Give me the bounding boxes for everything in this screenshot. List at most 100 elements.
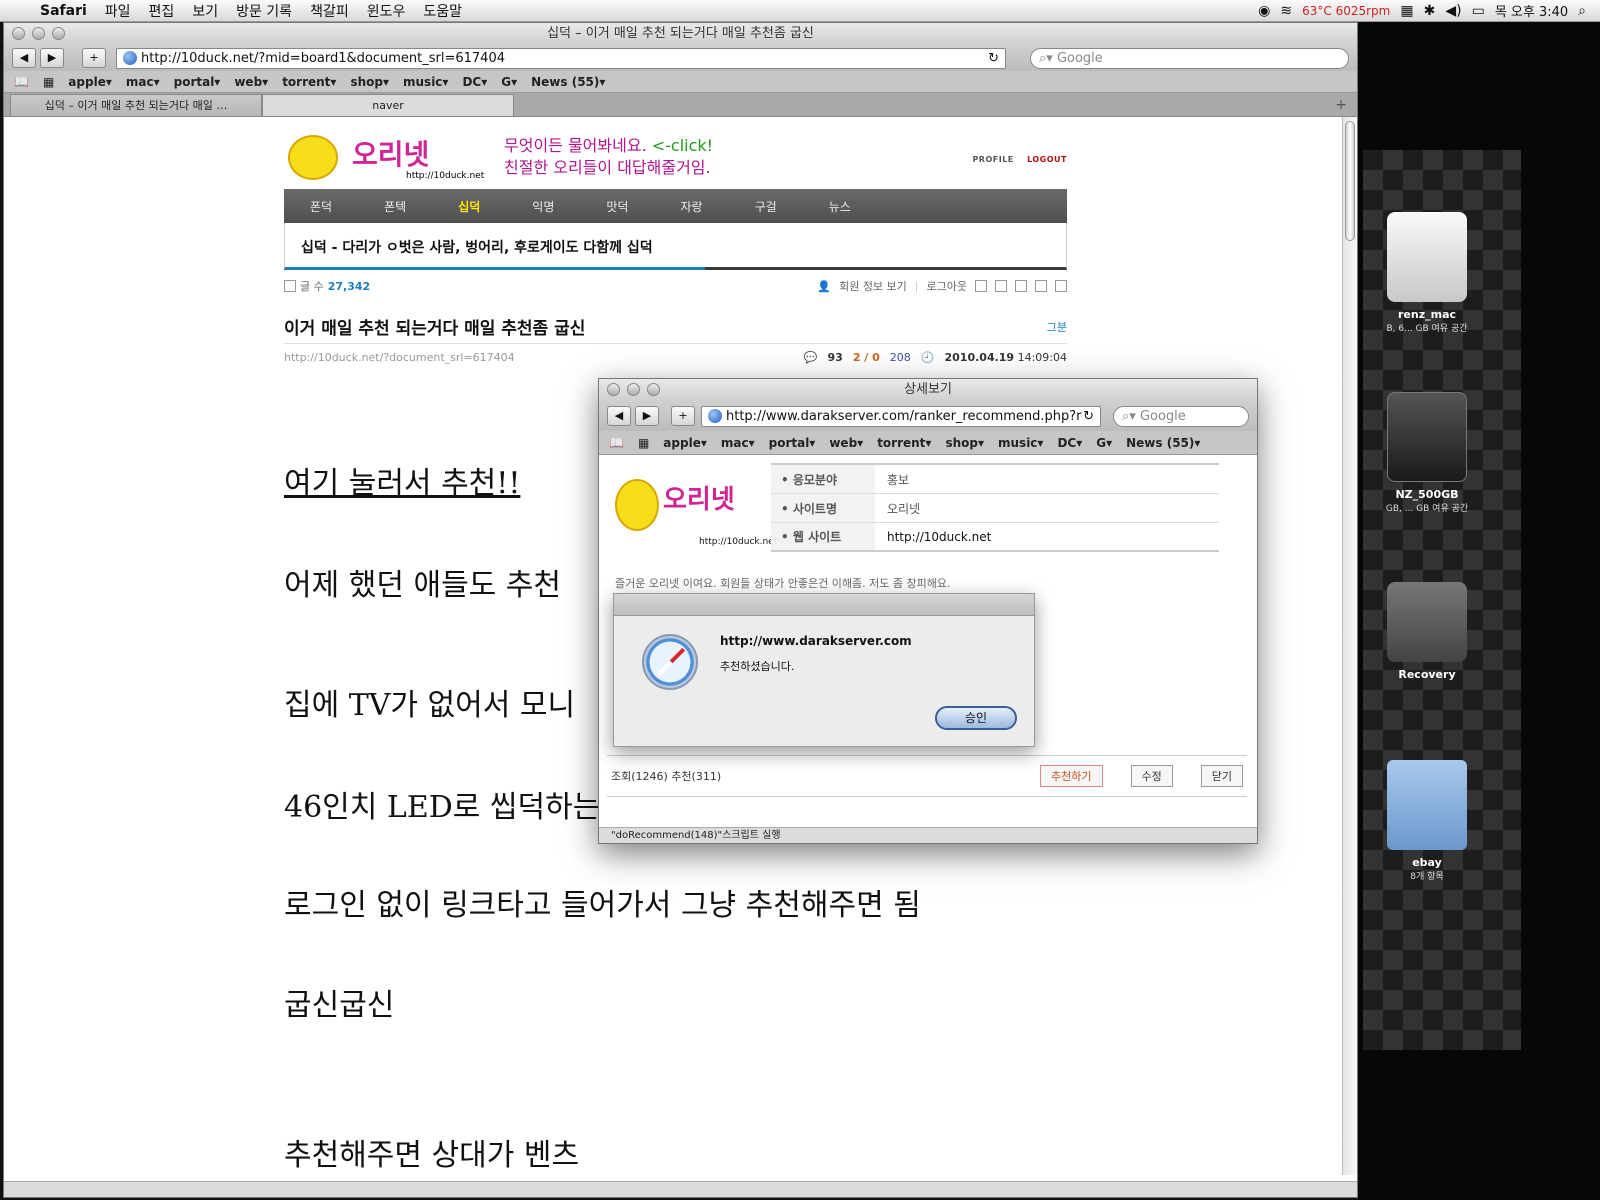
bookmark-mac[interactable]: mac▾ [126,75,160,89]
address-bar[interactable]: http://10duck.net/?mid=board1&document_s… [116,47,1006,69]
popup-zoom-button[interactable] [647,383,660,396]
desktop-drive-recovery[interactable]: Recovery [1362,582,1492,681]
popup-search-field[interactable]: ⌕▾ Google [1113,405,1249,427]
tab-sipduck[interactable]: 십덕 – 이거 매일 추천 되는거다 매일 … [10,94,262,116]
popup-minimize-button[interactable] [627,383,640,396]
menu-edit[interactable]: 편집 [149,1,175,21]
top-sites-icon[interactable]: ▦ [638,436,649,450]
menu-window[interactable]: 윈도우 [367,1,406,21]
bookmark-g[interactable]: G▾ [501,75,517,89]
bookmark-torrent[interactable]: torrent▾ [877,436,931,450]
top-sites-icon[interactable]: ▦ [43,75,54,89]
spaces-icon[interactable]: ▦ [1400,3,1413,19]
nav-item-5[interactable]: 맛덕 [606,198,628,215]
reading-list-icon[interactable]: 📖 [609,436,624,450]
recommend-link[interactable]: 여기 눌러서 추천!! [284,458,520,502]
document-permalink[interactable]: http://10duck.net/?document_srl=617404 [284,351,515,364]
popup-footer: 조회(1246) 추천(311) 추천하기 수정 닫기 [607,755,1247,797]
list-view-icon[interactable] [1015,280,1027,292]
gallery-view-icon[interactable] [1055,280,1067,292]
bookmark-mac[interactable]: mac▾ [721,436,755,450]
logout-link[interactable]: LOGOUT [1027,155,1067,164]
popup-address-bar[interactable]: http://www.darakserver.com/ranker_recomm… [701,405,1101,427]
bookmark-news[interactable]: News (55)▾ [531,75,605,89]
tab-naver[interactable]: naver [262,94,514,116]
popup-status-bar: "doRecommend(148)"스크립트 실행 [599,827,1257,843]
bookmark-dc[interactable]: DC▾ [462,75,487,89]
bookmark-apple[interactable]: apple▾ [663,436,707,450]
bookmark-shop[interactable]: shop▾ [945,436,984,450]
logout-board-link[interactable]: 로그아웃 [927,278,967,294]
bookmark-news[interactable]: News (55)▾ [1126,436,1200,450]
menu-view[interactable]: 보기 [192,1,218,21]
battery-icon[interactable]: ▭ [1472,3,1485,19]
bookmark-portal[interactable]: portal▾ [174,75,221,89]
spotlight-icon[interactable]: ⌕ [1578,3,1586,19]
nav-item-7[interactable]: 구걸 [755,198,777,215]
window-titlebar: 십덕 – 이거 매일 추천 되는거다 매일 추천좀 굽신 [4,23,1357,45]
edit-button[interactable]: 수정 [1130,765,1173,787]
document-icon [284,280,296,292]
member-info-link[interactable]: 회원 정보 보기 [839,278,907,294]
volume-icon[interactable]: ◀) [1445,3,1461,19]
bookmark-web[interactable]: web▾ [829,436,863,450]
wifi-icon[interactable]: ≋ [1280,3,1292,19]
popup-reload-icon[interactable]: ↻ [1083,409,1094,424]
reload-icon[interactable]: ↻ [988,51,999,66]
nav-item-8[interactable]: 뉴스 [829,198,851,215]
author-link[interactable]: 그분 [1047,319,1067,335]
close-window-button[interactable] [12,27,25,40]
reading-list-icon[interactable]: 📖 [14,75,29,89]
site-tagline[interactable]: 무엇이든 물어봐네요. <-click! 친절한 오리들이 대답해줄거임. [504,135,713,179]
bookmark-g[interactable]: G▾ [1096,436,1112,450]
bookmark-apple[interactable]: apple▾ [68,75,112,89]
site-logo[interactable]: 오리넷 http://10duck.net [284,129,489,185]
zoom-window-button[interactable] [52,27,65,40]
temperature-readout[interactable]: 63°C 6025rpm [1302,4,1390,18]
forward-button[interactable]: ▶ [40,48,64,68]
back-button[interactable]: ◀ [12,48,36,68]
alert-ok-button[interactable]: 승인 [935,706,1017,730]
menu-bookmarks[interactable]: 책갈피 [310,1,349,21]
profile-link[interactable]: PROFILE [972,155,1013,164]
bookmark-dc[interactable]: DC▾ [1057,436,1082,450]
write-icon[interactable] [995,280,1007,292]
bluetooth-icon[interactable]: ✱ [1424,3,1436,19]
search-field[interactable]: ⌕▾ Google [1030,47,1349,69]
popup-add-bookmark-button[interactable]: + [671,406,695,426]
webzine-view-icon[interactable] [1035,280,1047,292]
help-icon[interactable] [975,280,987,292]
menu-app-safari[interactable]: Safari [40,3,87,19]
scrollbar-thumb[interactable] [1345,121,1355,241]
bookmark-music[interactable]: music▾ [403,75,448,89]
monitor-icon[interactable]: ◉ [1258,3,1270,19]
nav-item-4[interactable]: 익명 [532,198,554,215]
menubar-clock[interactable]: 목 오후 3:40 [1495,1,1568,20]
desktop-folder-ebay[interactable]: ebay 8개 항목 [1362,760,1492,882]
new-tab-icon[interactable]: + [1335,94,1351,116]
bookmark-shop[interactable]: shop▾ [350,75,389,89]
minimize-window-button[interactable] [32,27,45,40]
menu-history[interactable]: 방문 기록 [236,1,292,21]
bookmark-web[interactable]: web▾ [234,75,268,89]
nav-item-2[interactable]: 폰텍 [384,198,406,215]
nav-item-6[interactable]: 자랑 [680,198,702,215]
add-bookmark-button[interactable]: + [82,48,106,68]
popup-back-button[interactable]: ◀ [607,406,631,426]
vertical-scrollbar[interactable] [1342,117,1357,1175]
desktop-drive-renz-mac[interactable]: renz_mac B, 6... GB 여유 공간 [1362,212,1492,334]
menu-file[interactable]: 파일 [105,1,131,21]
bookmark-music[interactable]: music▾ [998,436,1043,450]
recommend-button[interactable]: 추천하기 [1040,765,1103,787]
nav-item-active[interactable]: 십덕 [458,198,480,215]
alert-message: 추천하셨습니다. [720,660,795,673]
menu-help[interactable]: 도움말 [423,1,462,21]
desktop-drive-500gb[interactable]: NZ_500GB GB, ... GB 여유 공간 [1362,392,1492,514]
bookmark-torrent[interactable]: torrent▾ [282,75,336,89]
bookmark-portal[interactable]: portal▾ [769,436,816,450]
nav-item-1[interactable]: 폰덕 [310,198,332,215]
popup-close-button[interactable] [607,383,620,396]
usb-drive-icon [1387,392,1467,482]
popup-forward-button[interactable]: ▶ [635,406,659,426]
close-button[interactable]: 닫기 [1200,765,1243,787]
